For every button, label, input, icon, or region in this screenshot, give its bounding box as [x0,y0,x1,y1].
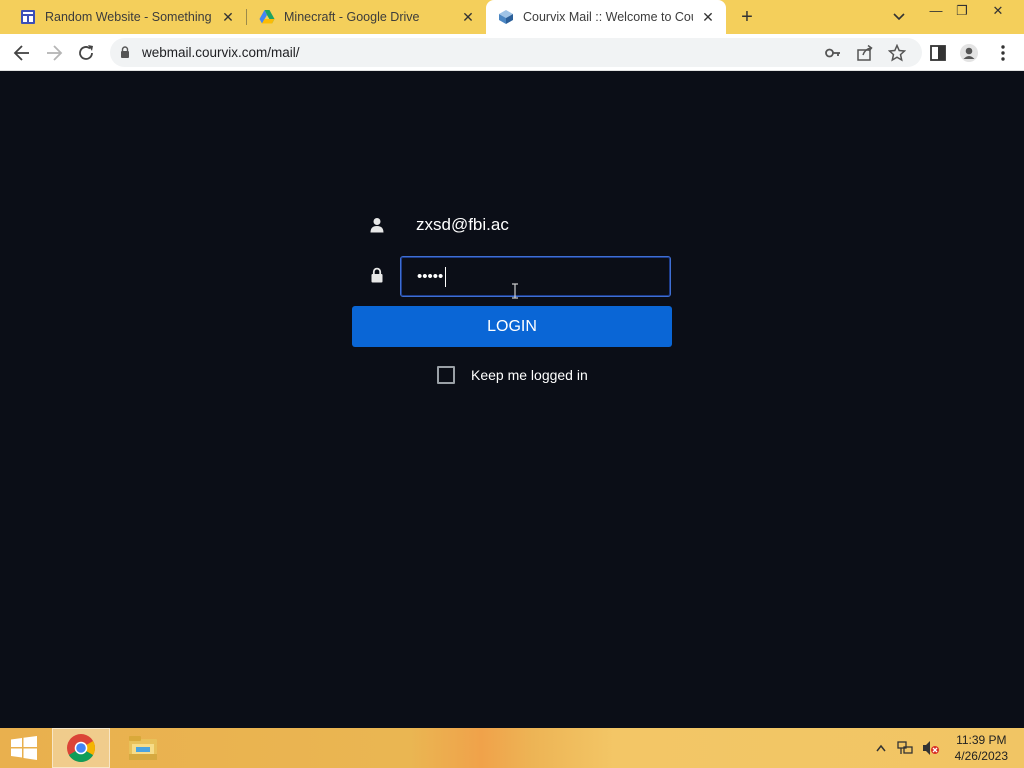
url-text[interactable]: webmail.courvix.com/mail/ [142,45,300,60]
file-explorer-icon [129,736,157,760]
clock-date: 4/26/2023 [954,749,1008,763]
close-window-icon[interactable]: ✕ [987,3,1009,19]
close-tab-icon[interactable]: ✕ [220,9,236,25]
password-mask: ••••• [417,268,444,285]
new-tab-icon[interactable]: + [737,7,757,27]
keep-logged-in-label: Keep me logged in [471,367,588,383]
restore-icon[interactable]: ❐ [951,3,973,19]
user-icon [370,218,384,233]
clock-time: 11:39 PM [956,733,1007,747]
address-bar[interactable]: webmail.courvix.com/mail/ [110,38,922,67]
forward-icon[interactable] [44,43,64,63]
courvix-icon [499,10,513,24]
text-caret [445,267,446,287]
windows-start-icon[interactable] [10,736,38,760]
tab-search-chevron-icon[interactable] [890,9,908,25]
windows-taskbar: 11:39 PM 4/26/2023 [0,728,1024,768]
tab-title: Courvix Mail :: Welcome to Courvix Mail [523,10,693,24]
volume-muted-icon[interactable] [922,740,940,756]
system-clock[interactable]: 11:39 PM 4/26/2023 [955,732,1008,764]
close-tab-icon[interactable]: ✕ [460,9,476,25]
network-icon[interactable] [897,740,913,756]
ibeam-cursor-icon [512,283,518,299]
close-tab-icon[interactable]: ✕ [700,9,716,25]
minimize-icon[interactable]: — [925,3,947,19]
profile-avatar-icon[interactable] [959,43,979,63]
taskbar-file-explorer[interactable] [114,728,172,768]
keep-logged-in-option[interactable]: Keep me logged in [437,366,588,384]
lock-icon[interactable] [120,46,130,58]
keep-logged-in-checkbox[interactable] [437,366,455,384]
username-field[interactable]: zxsd@fbi.ac [416,215,509,235]
side-panel-icon[interactable] [928,43,948,63]
tab-google-drive[interactable]: Minecraft - Google Drive ✕ [248,0,486,34]
taskbar-chrome[interactable] [52,728,110,768]
login-button[interactable]: LOGIN [352,306,672,347]
key-icon[interactable] [824,44,842,62]
back-icon[interactable] [12,43,32,63]
password-field[interactable]: ••••• [400,256,671,297]
tab-title: Minecraft - Google Drive [284,10,420,24]
tab-separator [246,9,247,25]
tab-random-website[interactable]: Random Website - Something ✕ [8,0,246,34]
tab-courvix-mail[interactable]: Courvix Mail :: Welcome to Courvix Mail … [486,0,726,34]
chrome-icon [67,734,95,762]
login-page: zxsd@fbi.ac ••••• LOGIN Keep me logged i… [0,72,1024,728]
more-menu-icon[interactable] [993,43,1013,63]
browser-tab-strip: Random Website - Something ✕ Minecraft -… [0,0,1024,34]
google-drive-icon [259,10,275,24]
share-icon[interactable] [856,44,874,62]
bookmark-star-icon[interactable] [888,44,906,62]
show-hidden-icons-icon[interactable] [876,744,886,752]
tab-title: Random Website - Something [45,10,212,24]
lock-icon [371,267,383,283]
reload-icon[interactable] [76,43,96,63]
site-icon [21,10,35,24]
browser-toolbar: webmail.courvix.com/mail/ [0,34,1024,71]
